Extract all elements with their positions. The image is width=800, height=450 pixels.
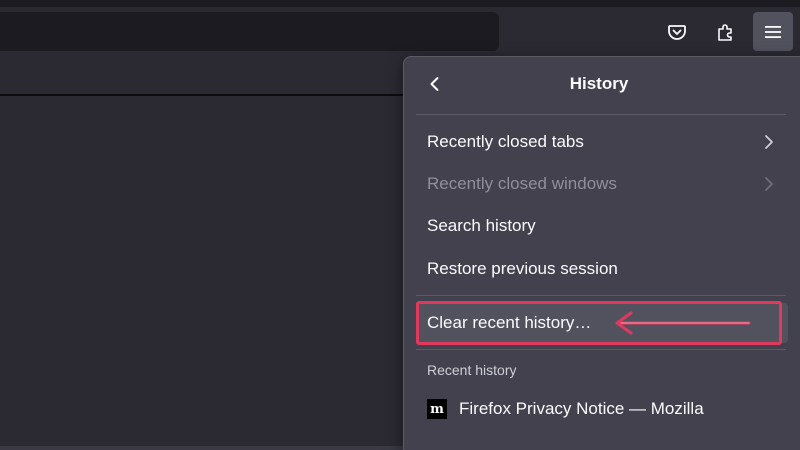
panel-title: History bbox=[569, 74, 629, 93]
separator bbox=[416, 349, 786, 350]
puzzle-extensions-icon bbox=[718, 23, 732, 41]
panel-header: History bbox=[404, 57, 800, 113]
mozilla-favicon-icon: m bbox=[427, 399, 447, 419]
pocket-icon bbox=[668, 24, 686, 40]
annotation-arrow-icon bbox=[615, 311, 751, 335]
menu-item-label: Recently closed windows bbox=[427, 174, 617, 193]
browser-window: History Recently closed tabs Recently cl… bbox=[0, 0, 800, 450]
content-scrollbar bbox=[0, 446, 420, 450]
recent-history-label: Recent history bbox=[427, 362, 517, 378]
menu-item-label: Restore previous session bbox=[427, 259, 618, 278]
menu-item-label: Recently closed tabs bbox=[427, 132, 584, 151]
menu-item-recently-closed-tabs[interactable]: Recently closed tabs bbox=[416, 122, 788, 162]
history-panel: History Recently closed tabs Recently cl… bbox=[403, 56, 800, 450]
navigation-toolbar bbox=[0, 7, 800, 55]
chevron-right-icon bbox=[765, 177, 773, 191]
chevron-right-icon bbox=[765, 135, 773, 149]
menu-item-restore-previous-session[interactable]: Restore previous session bbox=[416, 249, 788, 289]
separator bbox=[416, 295, 786, 296]
history-entry-title: Firefox Privacy Notice — Mozilla bbox=[459, 399, 704, 418]
menu-item-search-history[interactable]: Search history bbox=[416, 206, 788, 246]
menu-item-recently-closed-windows[interactable]: Recently closed windows bbox=[416, 164, 788, 204]
extensions-button[interactable] bbox=[706, 12, 746, 51]
menu-item-label: Search history bbox=[427, 216, 536, 235]
pocket-button[interactable] bbox=[657, 12, 697, 51]
app-menu-button[interactable] bbox=[753, 12, 793, 51]
separator bbox=[416, 114, 786, 115]
history-entry[interactable]: m Firefox Privacy Notice — Mozilla bbox=[416, 389, 788, 429]
hamburger-menu-icon bbox=[765, 25, 781, 38]
url-bar[interactable] bbox=[0, 12, 499, 51]
tab-strip bbox=[0, 0, 800, 7]
